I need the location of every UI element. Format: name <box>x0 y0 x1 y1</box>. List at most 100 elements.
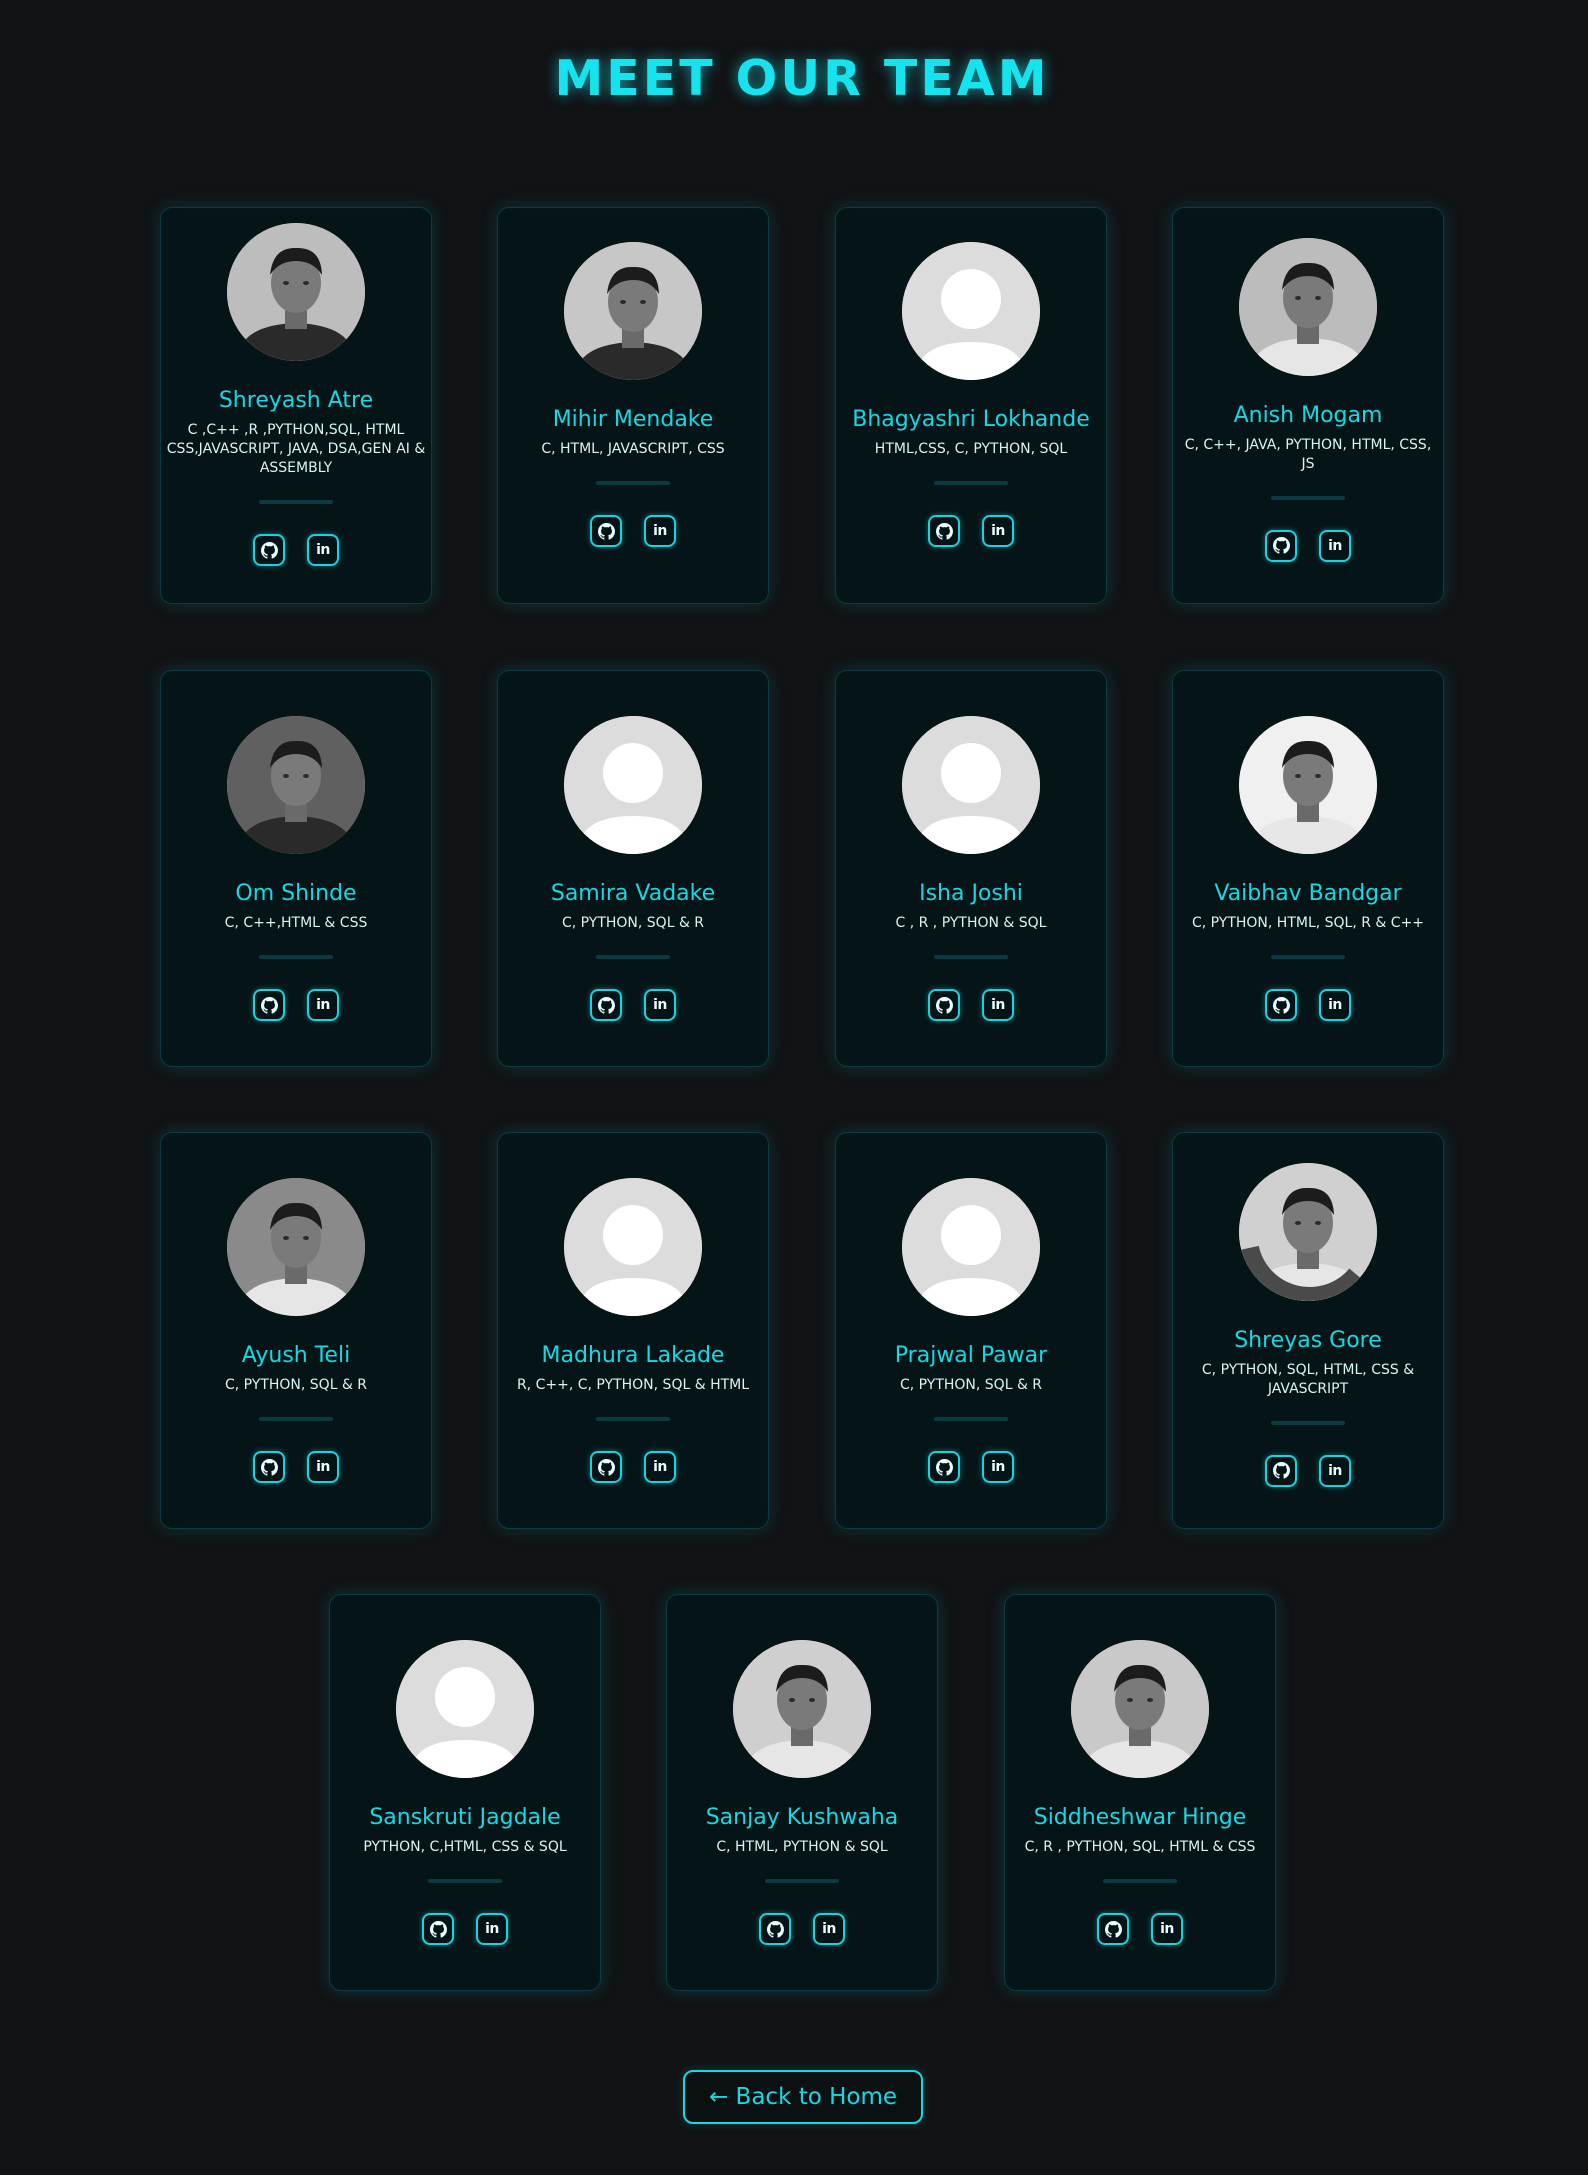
member-name: Bhagyashri Lokhande <box>852 407 1090 432</box>
github-link[interactable] <box>1265 989 1297 1021</box>
github-icon <box>1272 996 1290 1014</box>
back-to-home-button[interactable]: ← Back to Home <box>683 2070 923 2124</box>
github-link[interactable] <box>928 515 960 547</box>
github-link[interactable] <box>1097 1913 1129 1945</box>
member-skills: C, C++, JAVA, PYTHON, HTML, CSS, JS <box>1184 436 1432 472</box>
social-links: in <box>759 1913 845 1945</box>
github-icon <box>766 1920 784 1938</box>
github-link[interactable] <box>590 1451 622 1483</box>
linkedin-link[interactable]: in <box>982 1451 1014 1483</box>
team-member-card: Om Shinde C, C++,HTML & CSS in <box>160 670 432 1067</box>
divider <box>596 955 670 959</box>
divider <box>1103 1879 1177 1883</box>
linkedin-link[interactable]: in <box>1319 989 1351 1021</box>
divider <box>934 955 1008 959</box>
member-name: Om Shinde <box>235 881 357 906</box>
github-link[interactable] <box>253 1451 285 1483</box>
linkedin-link[interactable]: in <box>644 515 676 547</box>
social-links: in <box>253 1451 339 1483</box>
divider <box>596 481 670 485</box>
divider <box>765 1879 839 1883</box>
member-name: Siddheshwar Hinge <box>1033 1805 1247 1830</box>
linkedin-icon: in <box>991 997 1005 1013</box>
linkedin-link[interactable]: in <box>307 1451 339 1483</box>
github-link[interactable] <box>759 1913 791 1945</box>
member-skills: C, PYTHON, SQL & R <box>899 1377 1043 1393</box>
linkedin-icon: in <box>1160 1921 1174 1937</box>
member-photo <box>733 1640 871 1778</box>
github-icon <box>597 1458 615 1476</box>
github-link[interactable] <box>590 515 622 547</box>
github-link[interactable] <box>253 989 285 1021</box>
github-icon <box>260 541 278 559</box>
member-name: Shreyas Gore <box>1234 1327 1382 1353</box>
member-skills: R, C++, C, PYTHON, SQL & HTML <box>516 1377 750 1393</box>
github-link[interactable] <box>928 989 960 1021</box>
linkedin-icon: in <box>653 523 667 539</box>
team-member-card: Shreyas Gore C, PYTHON, SQL, HTML, CSS & … <box>1172 1132 1444 1529</box>
default-avatar-icon <box>396 1640 534 1778</box>
team-member-card: Shreyash Atre C ,C++ ,R ,PYTHON,SQL, HTML… <box>160 207 432 604</box>
member-photo <box>564 242 702 380</box>
team-member-card: Isha Joshi C , R , PYTHON & SQL in <box>835 670 1107 1067</box>
linkedin-icon: in <box>1328 537 1342 554</box>
linkedin-link[interactable]: in <box>644 989 676 1021</box>
linkedin-link[interactable]: in <box>982 515 1014 547</box>
divider <box>259 955 333 959</box>
member-photo <box>227 1178 365 1316</box>
linkedin-link[interactable]: in <box>476 1913 508 1945</box>
team-member-card: Madhura Lakade R, C++, C, PYTHON, SQL & H… <box>497 1132 769 1529</box>
default-avatar-icon <box>564 716 702 854</box>
social-links: in <box>253 989 339 1021</box>
member-skills: C ,C++ ,R ,PYTHON,SQL, HTML CSS,JAVASCRI… <box>166 422 426 476</box>
github-link[interactable] <box>1265 529 1297 562</box>
github-icon <box>935 1458 953 1476</box>
github-icon <box>1272 1462 1290 1479</box>
member-name: Prajwal Pawar <box>894 1343 1048 1368</box>
team-member-card: Bhagyashri Lokhande HTML,CSS, C, PYTHON, … <box>835 207 1107 604</box>
github-link[interactable] <box>928 1451 960 1483</box>
github-link[interactable] <box>1265 1454 1297 1487</box>
member-name: Samira Vadake <box>550 881 716 906</box>
linkedin-link[interactable]: in <box>307 534 339 566</box>
member-skills: C, HTML, JAVASCRIPT, CSS <box>541 441 725 457</box>
linkedin-link[interactable]: in <box>307 989 339 1021</box>
linkedin-link[interactable]: in <box>1319 529 1351 562</box>
member-skills: HTML,CSS, C, PYTHON, SQL <box>874 441 1068 457</box>
team-member-card: Sanskruti Jagdale PYTHON, C,HTML, CSS & S… <box>329 1594 601 1991</box>
social-links: in <box>1265 1454 1351 1487</box>
member-skills: C, PYTHON, SQL & R <box>224 1377 368 1393</box>
team-member-card: Samira Vadake C, PYTHON, SQL & R in <box>497 670 769 1067</box>
linkedin-link[interactable]: in <box>813 1913 845 1945</box>
member-name: Vaibhav Bandgar <box>1214 881 1402 906</box>
linkedin-icon: in <box>653 997 667 1013</box>
linkedin-icon: in <box>1328 997 1342 1013</box>
github-icon <box>260 996 278 1014</box>
default-avatar-icon <box>902 1178 1040 1316</box>
social-links: in <box>590 989 676 1021</box>
social-links: in <box>928 1451 1014 1483</box>
divider <box>1271 1420 1345 1425</box>
divider <box>259 500 333 504</box>
github-icon <box>1272 537 1290 554</box>
team-member-card: Sanjay Kushwaha C, HTML, PYTHON & SQL in <box>666 1594 938 1991</box>
linkedin-link[interactable]: in <box>1151 1913 1183 1945</box>
linkedin-link[interactable]: in <box>1319 1454 1351 1487</box>
github-icon <box>935 996 953 1014</box>
linkedin-link[interactable]: in <box>644 1451 676 1483</box>
member-photo <box>1239 716 1377 854</box>
linkedin-icon: in <box>991 1459 1005 1475</box>
linkedin-link[interactable]: in <box>982 989 1014 1021</box>
member-name: Anish Mogam <box>1233 402 1383 428</box>
github-link[interactable] <box>422 1913 454 1945</box>
social-links: in <box>1265 529 1351 562</box>
github-link[interactable] <box>590 989 622 1021</box>
social-links: in <box>253 534 339 566</box>
team-member-card: Prajwal Pawar C, PYTHON, SQL & R in <box>835 1132 1107 1529</box>
member-skills: PYTHON, C,HTML, CSS & SQL <box>363 1839 567 1855</box>
page-title: MEET OUR TEAM <box>554 50 1050 107</box>
github-link[interactable] <box>253 534 285 566</box>
social-links: in <box>1097 1913 1183 1945</box>
social-links: in <box>928 989 1014 1021</box>
member-skills: C, C++,HTML & CSS <box>224 915 368 931</box>
